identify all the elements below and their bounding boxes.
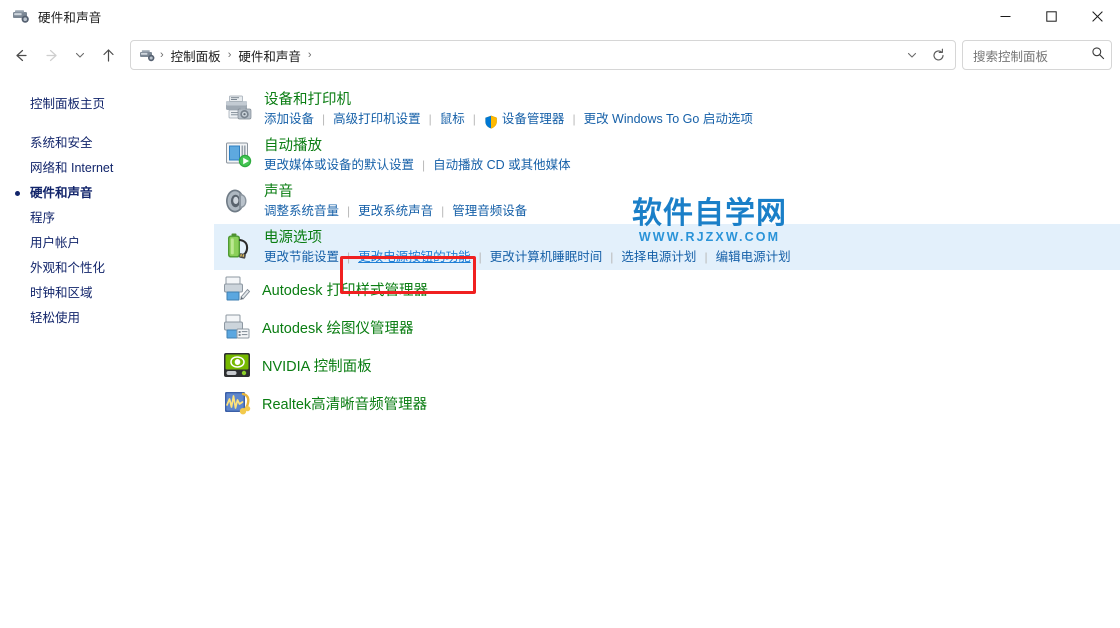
content-area: 控制面板主页 系统和安全 网络和 Internet 硬件和声音 程序 用户帐户 …: [0, 78, 1120, 628]
link-divider: |: [322, 112, 326, 126]
link-divider: |: [572, 112, 576, 126]
link-mouse[interactable]: 鼠标: [440, 111, 465, 128]
category-links: 更改媒体或设备的默认设置 | 自动播放 CD 或其他媒体: [264, 157, 571, 174]
category-body: 电源选项 更改节能设置 | 更改电源按钮的功能 | 更改计算机睡眠时间 | 选择…: [264, 228, 791, 266]
link-change-power-saving-settings[interactable]: 更改节能设置: [264, 249, 339, 266]
title-bar: 硬件和声音: [0, 0, 1120, 32]
category-body: 设备和打印机 添加设备 | 高级打印机设置 | 鼠标 | 设备管理器 | 更改 …: [264, 90, 753, 129]
category-title[interactable]: 电源选项: [264, 229, 791, 248]
autoplay-icon: [222, 138, 256, 172]
breadcrumb-separator-trailing: ›: [307, 49, 312, 61]
control-panel-window: 硬件和声音 › 控制面板 › 硬件和声音 › 搜索控制面板 控制面板主页 系统和…: [0, 0, 1120, 628]
autodesk-plot-style-icon: [222, 274, 252, 304]
control-panel-icon: [139, 47, 157, 63]
breadcrumb-separator: ›: [160, 49, 164, 61]
category-links: 调整系统音量 | 更改系统声音 | 管理音频设备: [264, 203, 527, 220]
item-label[interactable]: NVIDIA 控制面板: [262, 355, 372, 376]
sound-icon: [222, 184, 256, 218]
item-label[interactable]: Autodesk 绘图仪管理器: [262, 317, 414, 338]
realtek-audio-icon: [222, 388, 252, 418]
link-choose-power-plan[interactable]: 选择电源计划: [621, 249, 696, 266]
search-input[interactable]: 搜索控制面板: [973, 46, 1091, 65]
category-body: 自动播放 更改媒体或设备的默认设置 | 自动播放 CD 或其他媒体: [264, 136, 571, 174]
link-windows-to-go-startup-options[interactable]: 更改 Windows To Go 启动选项: [584, 111, 753, 128]
link-play-cd-or-other-media[interactable]: 自动播放 CD 或其他媒体: [433, 157, 571, 174]
link-adjust-system-volume[interactable]: 调整系统音量: [264, 203, 339, 220]
sidebar-item-clock-and-region[interactable]: 时钟和区域: [0, 281, 214, 306]
link-advanced-printer-setup[interactable]: 高级打印机设置: [333, 111, 421, 128]
up-button[interactable]: [92, 39, 124, 71]
category-power-options[interactable]: 电源选项 更改节能设置 | 更改电源按钮的功能 | 更改计算机睡眠时间 | 选择…: [214, 224, 1120, 270]
sidebar: 控制面板主页 系统和安全 网络和 Internet 硬件和声音 程序 用户帐户 …: [0, 78, 214, 628]
main-panel: 设备和打印机 添加设备 | 高级打印机设置 | 鼠标 | 设备管理器 | 更改 …: [214, 78, 1120, 628]
item-autodesk-plot-style-manager[interactable]: Autodesk 打印样式管理器: [214, 270, 1120, 308]
navigation-bar: › 控制面板 › 硬件和声音 › 搜索控制面板: [0, 32, 1120, 78]
item-label[interactable]: Autodesk 打印样式管理器: [262, 279, 428, 300]
category-sound[interactable]: 声音 调整系统音量 | 更改系统声音 | 管理音频设备: [214, 178, 1120, 224]
sidebar-item-network-and-internet[interactable]: 网络和 Internet: [0, 156, 214, 181]
address-bar-actions: [899, 43, 955, 67]
category-links: 更改节能设置 | 更改电源按钮的功能 | 更改计算机睡眠时间 | 选择电源计划 …: [264, 249, 791, 266]
hardware-sound-icon: [12, 7, 30, 25]
sidebar-item-appearance-and-personalization[interactable]: 外观和个性化: [0, 256, 214, 281]
address-bar[interactable]: › 控制面板 › 硬件和声音 ›: [130, 40, 956, 70]
refresh-icon[interactable]: [925, 43, 951, 67]
category-devices-and-printers[interactable]: 设备和打印机 添加设备 | 高级打印机设置 | 鼠标 | 设备管理器 | 更改 …: [214, 86, 1120, 132]
uac-shield-icon: [484, 115, 498, 129]
close-button[interactable]: [1074, 0, 1120, 32]
link-divider: |: [441, 204, 445, 218]
sidebar-item-user-accounts[interactable]: 用户帐户: [0, 231, 214, 256]
link-change-system-sounds[interactable]: 更改系统声音: [358, 203, 433, 220]
link-add-device[interactable]: 添加设备: [264, 111, 314, 128]
link-change-power-button-behavior[interactable]: 更改电源按钮的功能: [358, 249, 471, 266]
link-change-computer-sleep-time[interactable]: 更改计算机睡眠时间: [490, 249, 603, 266]
item-label[interactable]: Realtek高清晰音频管理器: [262, 393, 427, 414]
category-title[interactable]: 声音: [264, 183, 527, 202]
link-divider: |: [472, 112, 476, 126]
link-edit-power-plan[interactable]: 编辑电源计划: [716, 249, 791, 266]
link-change-default-settings-for-media[interactable]: 更改媒体或设备的默认设置: [264, 157, 414, 174]
search-icon[interactable]: [1091, 46, 1105, 65]
category-body: 声音 调整系统音量 | 更改系统声音 | 管理音频设备: [264, 182, 527, 220]
back-button[interactable]: [4, 39, 36, 71]
minimize-button[interactable]: [982, 0, 1028, 32]
breadcrumb-item-hardware-and-sound[interactable]: 硬件和声音: [232, 43, 307, 68]
item-nvidia-control-panel[interactable]: NVIDIA 控制面板: [214, 346, 1120, 384]
item-realtek-audio-manager[interactable]: Realtek高清晰音频管理器: [214, 384, 1120, 422]
sidebar-item-system-and-security[interactable]: 系统和安全: [0, 131, 214, 156]
breadcrumb: › 控制面板 › 硬件和声音 ›: [131, 43, 899, 68]
link-divider: |: [347, 250, 351, 264]
forward-button[interactable]: [36, 39, 68, 71]
link-divider: |: [428, 112, 432, 126]
link-divider: |: [478, 250, 482, 264]
chevron-down-icon[interactable]: [899, 43, 925, 67]
window-title: 硬件和声音: [38, 10, 102, 25]
sidebar-item-home[interactable]: 控制面板主页: [0, 92, 214, 117]
autodesk-plotter-icon: [222, 312, 252, 342]
sidebar-item-programs[interactable]: 程序: [0, 206, 214, 231]
window-controls: [982, 0, 1120, 32]
category-title[interactable]: 自动播放: [264, 137, 571, 156]
breadcrumb-item-control-panel[interactable]: 控制面板: [165, 43, 227, 68]
search-box[interactable]: 搜索控制面板: [962, 40, 1112, 70]
link-divider: |: [704, 250, 708, 264]
link-divider: |: [422, 158, 426, 172]
sidebar-item-hardware-and-sound[interactable]: 硬件和声音: [0, 181, 214, 206]
power-options-icon: [222, 230, 256, 264]
devices-printers-icon: [222, 92, 256, 126]
sidebar-item-ease-of-access[interactable]: 轻松使用: [0, 306, 214, 331]
maximize-button[interactable]: [1028, 0, 1074, 32]
category-title[interactable]: 设备和打印机: [264, 91, 753, 110]
link-manage-audio-devices[interactable]: 管理音频设备: [452, 203, 527, 220]
link-device-manager[interactable]: 设备管理器: [502, 111, 565, 128]
category-links: 添加设备 | 高级打印机设置 | 鼠标 | 设备管理器 | 更改 Windows…: [264, 111, 753, 129]
category-autoplay[interactable]: 自动播放 更改媒体或设备的默认设置 | 自动播放 CD 或其他媒体: [214, 132, 1120, 178]
link-divider: |: [610, 250, 614, 264]
recent-locations-button[interactable]: [68, 39, 92, 71]
nvidia-icon: [222, 350, 252, 380]
link-divider: |: [347, 204, 351, 218]
item-autodesk-plotter-manager[interactable]: Autodesk 绘图仪管理器: [214, 308, 1120, 346]
